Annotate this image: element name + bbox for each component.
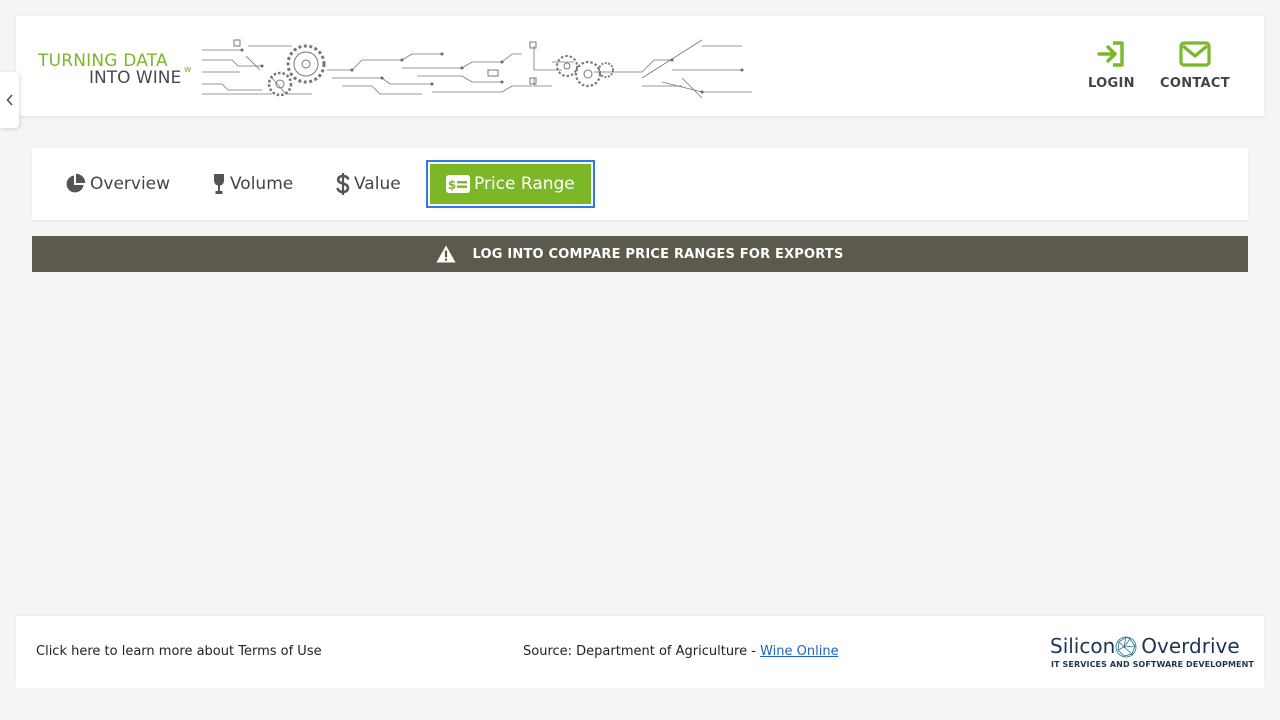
source-prefix: Source: Department of Agriculture - bbox=[523, 644, 761, 659]
circuit-gears-illustration bbox=[202, 39, 752, 99]
source-attribution: Source: Department of Agriculture - Wine… bbox=[523, 644, 839, 659]
banner-text: LOG INTO COMPARE PRICE RANGES FOR EXPORT… bbox=[472, 246, 844, 262]
terms-of-use-link[interactable]: Click here to learn more about Terms of … bbox=[36, 644, 322, 659]
contact-button[interactable]: CONTACT bbox=[1160, 40, 1230, 91]
sidebar-toggle-button[interactable] bbox=[0, 72, 19, 128]
warning-icon bbox=[436, 245, 457, 263]
tab-value[interactable]: Value bbox=[336, 164, 401, 204]
wine-online-link[interactable]: Wine Online bbox=[760, 644, 838, 659]
contact-label: CONTACT bbox=[1160, 76, 1230, 91]
tab-overview[interactable]: Overview bbox=[64, 164, 170, 204]
network-globe-icon bbox=[1115, 636, 1137, 658]
tab-volume[interactable]: Volume bbox=[212, 164, 293, 204]
logo-mark: w bbox=[184, 65, 192, 75]
tab-label: Value bbox=[354, 174, 401, 194]
site-logo[interactable]: TURNING DATA INTO WINE w bbox=[38, 52, 198, 88]
view-tabs: Overview Volume Value $ Price Range bbox=[32, 148, 1248, 220]
money-bill-icon: $ bbox=[446, 175, 470, 193]
brand-tagline: IT SERVICES AND SOFTWARE DEVELOPMENT bbox=[1051, 660, 1254, 669]
brand-name-part-2: Overdrive bbox=[1141, 634, 1240, 658]
brand-name-part-1: Silicon bbox=[1050, 634, 1116, 658]
envelope-icon bbox=[1179, 41, 1211, 67]
login-button[interactable]: LOGIN bbox=[1088, 40, 1135, 91]
svg-text:$: $ bbox=[448, 178, 456, 192]
tab-label: Volume bbox=[230, 174, 294, 194]
wine-glass-icon bbox=[214, 174, 224, 194]
chevron-left-icon bbox=[5, 94, 13, 106]
tab-label: Price Range bbox=[474, 174, 575, 194]
logo-line-2: INTO WINE bbox=[89, 68, 182, 88]
pie-chart-icon bbox=[66, 173, 86, 193]
site-header: TURNING DATA INTO WINE w LOGIN CONTACT bbox=[16, 16, 1264, 116]
site-footer: Click here to learn more about Terms of … bbox=[16, 616, 1264, 688]
login-notice-banner: LOG INTO COMPARE PRICE RANGES FOR EXPORT… bbox=[32, 236, 1248, 272]
dollar-icon bbox=[336, 173, 350, 195]
sign-in-icon bbox=[1097, 41, 1125, 67]
silicon-overdrive-logo[interactable]: Silicon Overdrive IT SERVICES AND SOFTWAR… bbox=[1050, 634, 1254, 674]
tab-label: Overview bbox=[90, 174, 171, 194]
tab-price-range[interactable]: $ Price Range bbox=[426, 160, 595, 208]
brand-name: Silicon Overdrive bbox=[1050, 634, 1240, 658]
login-label: LOGIN bbox=[1088, 76, 1135, 91]
